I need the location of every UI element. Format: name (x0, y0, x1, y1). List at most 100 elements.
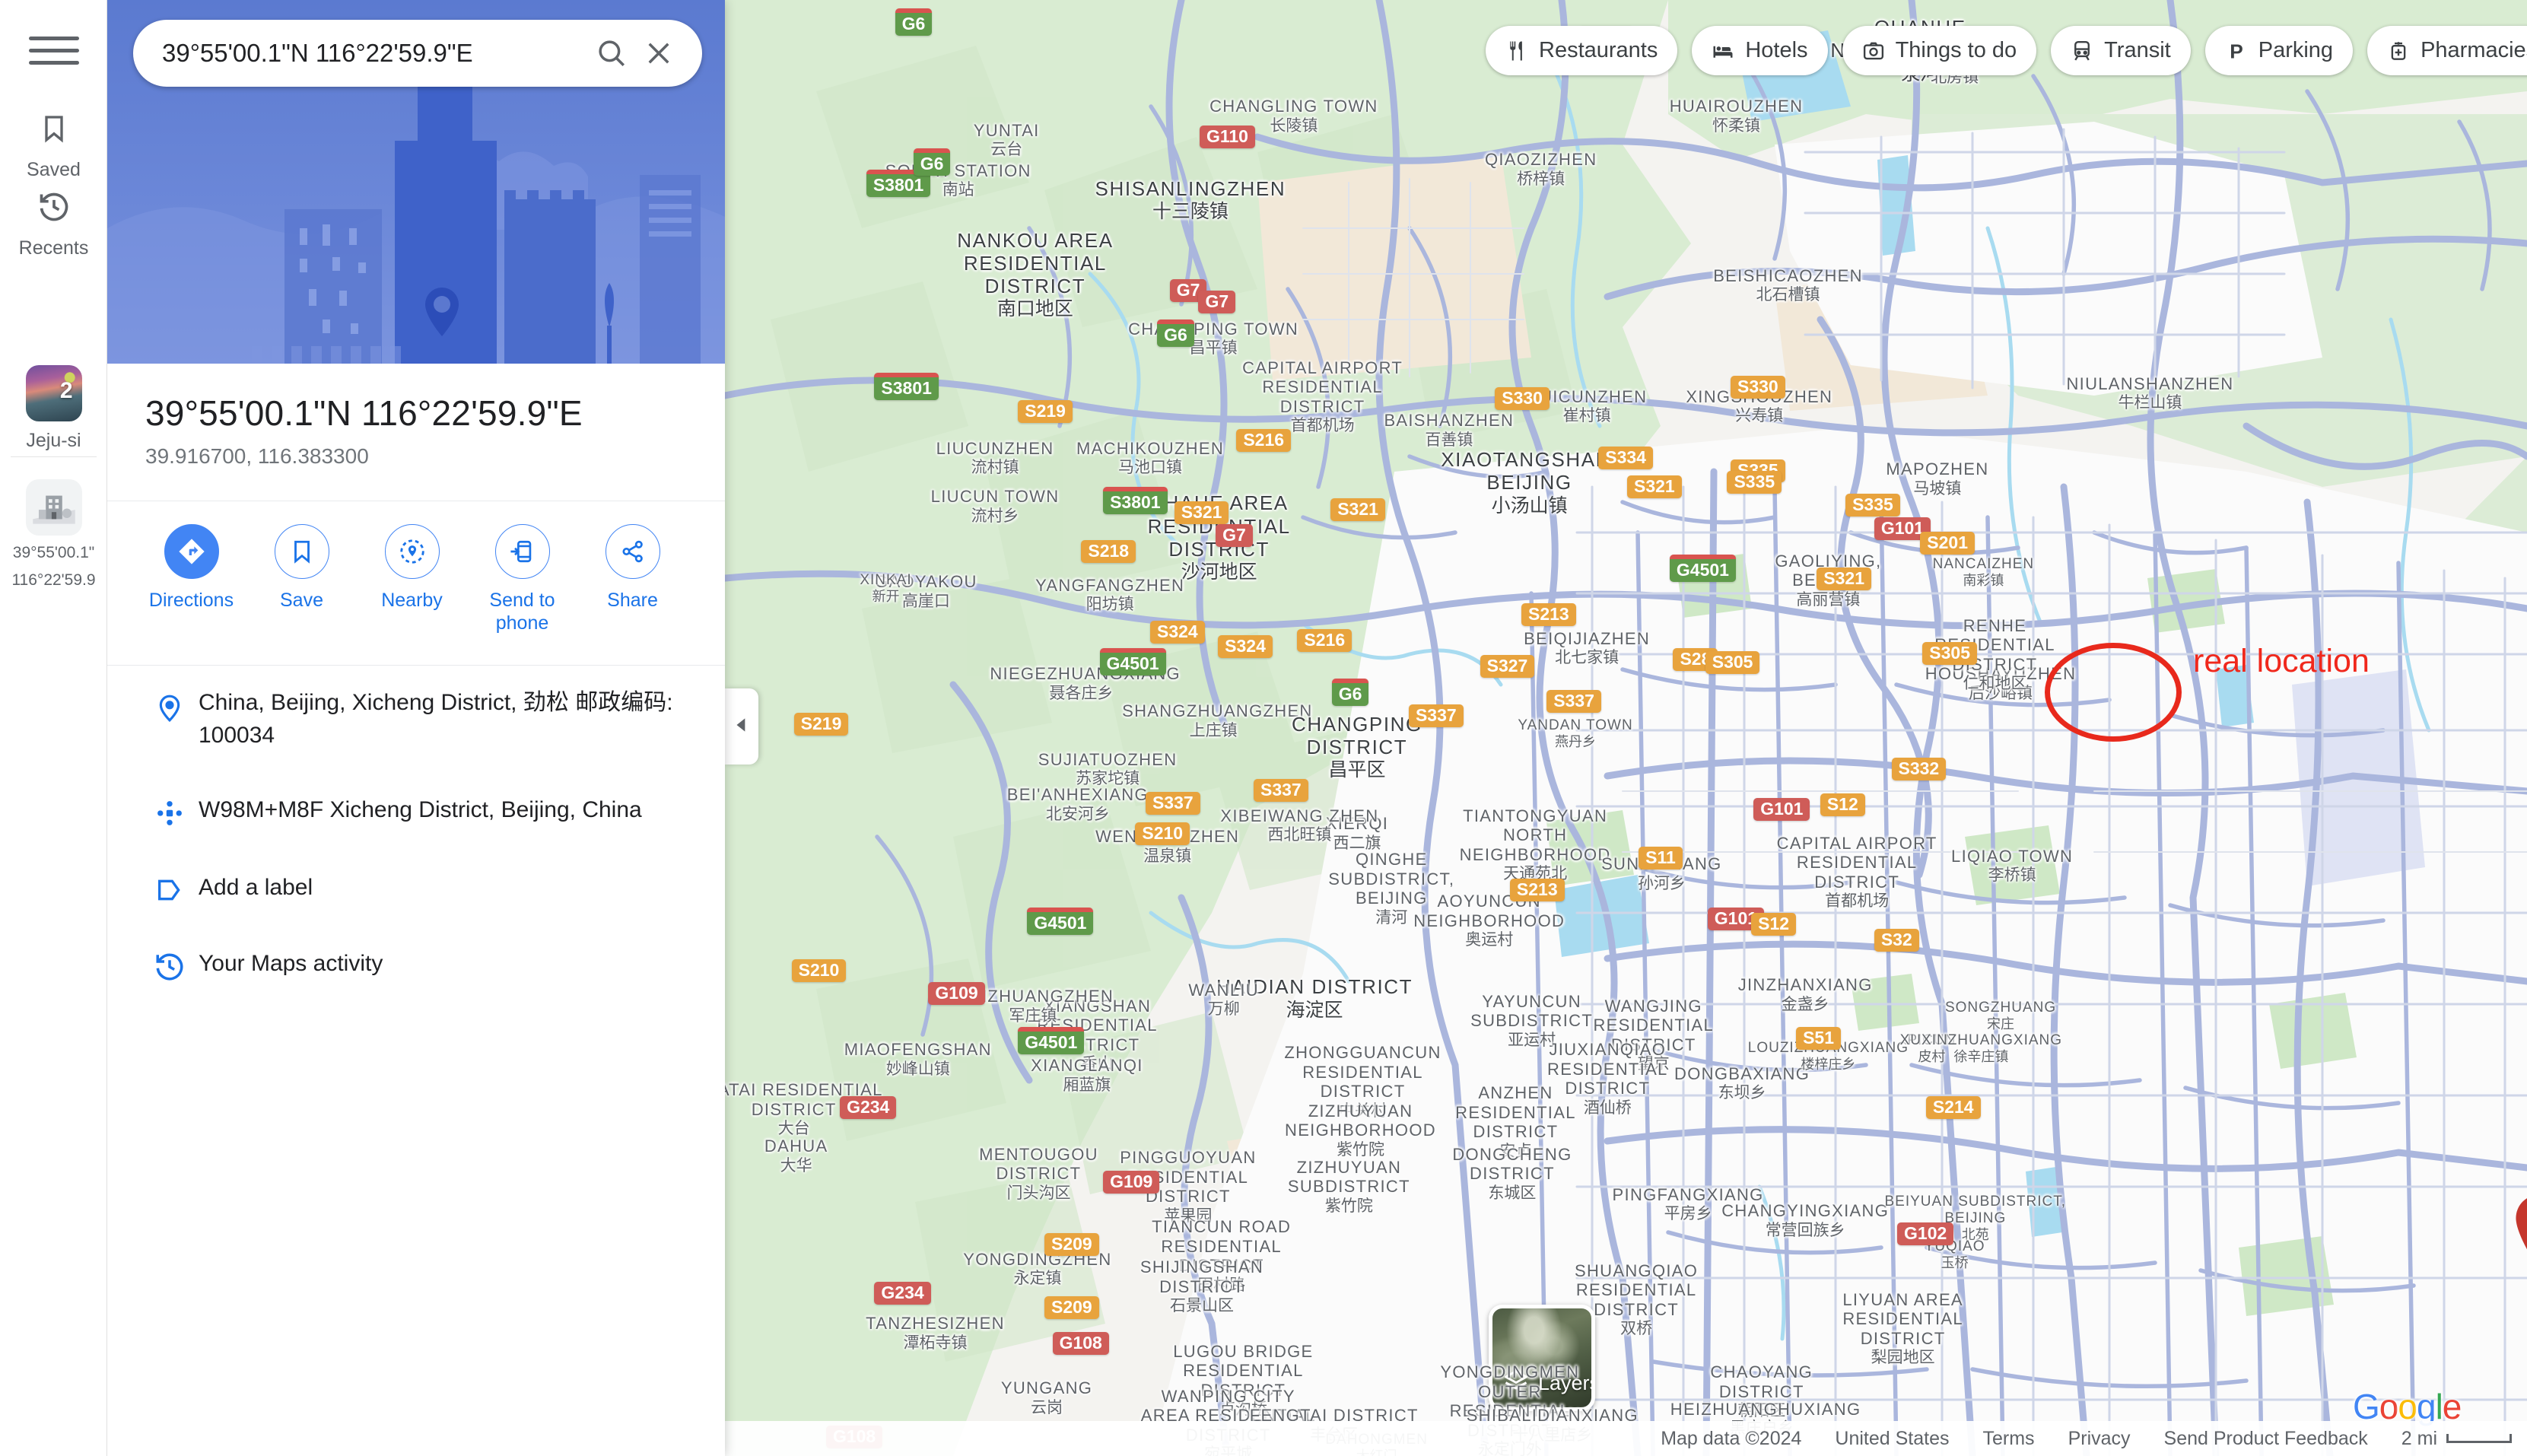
road-shield: G7 (1198, 290, 1236, 313)
camera-icon (1862, 40, 1885, 62)
building-placeholder-icon (25, 479, 82, 536)
send-to-phone-icon (494, 524, 550, 579)
scale-label: 2 mi (2401, 1427, 2437, 1449)
share-button[interactable]: Share (577, 524, 688, 634)
road-shield: S330 (1730, 375, 1785, 399)
recent-label-coordinate-line1: 39°55'00.1" (12, 544, 95, 561)
fork-knife-icon (1505, 40, 1528, 62)
road-shield: S201 (1920, 532, 1975, 555)
footer-send-feedback[interactable]: Send Product Feedback (2164, 1428, 2368, 1450)
detail-row-address[interactable]: China, Beijing, Xicheng District, 劲松 邮政编… (107, 666, 725, 773)
detail-row-add-label[interactable]: Add a label (107, 850, 725, 927)
rail-label-recents: Recents (18, 237, 89, 259)
road-shield: G4501 (1669, 555, 1736, 583)
chip-label: Pharmacies (2421, 38, 2527, 62)
chip-label: Hotels (1745, 38, 1808, 62)
rail-label-saved: Saved (27, 159, 81, 180)
road-shield: G234 (840, 1096, 897, 1120)
chip-parking[interactable]: P Parking (2204, 26, 2354, 75)
road-shield: G234 (874, 1282, 931, 1305)
road-shield: S209 (1044, 1233, 1099, 1257)
result-map-pin[interactable] (2509, 1193, 2527, 1276)
road-shield: G109 (1103, 1170, 1160, 1194)
road-shield: S3801 (1103, 487, 1168, 515)
chip-transit[interactable]: Transit (2051, 26, 2191, 75)
chip-label: Transit (2104, 38, 2171, 62)
chip-things-to-do[interactable]: Things to do (1842, 26, 2037, 75)
map-canvas[interactable]: .road{fill:none;stroke:#aab6dd;stroke-li… (725, 0, 2527, 1456)
road-shield: S335 (1845, 493, 1900, 517)
chip-hotels[interactable]: Hotels (1692, 26, 1828, 75)
road-shield: S219 (793, 712, 849, 736)
road-shield: S213 (1509, 879, 1565, 902)
history-clock-icon (141, 948, 199, 983)
train-icon (2071, 40, 2093, 62)
road-shield: S330 (1495, 386, 1550, 410)
road-shield: G102 (1897, 1222, 1954, 1245)
detail-row-plus-code[interactable]: W98M+M8F Xicheng District, Beijing, Chin… (107, 773, 725, 850)
recent-label-coordinate-line2: 116°22'59.9 (11, 571, 96, 590)
recent-badge-count: 2 (59, 378, 73, 403)
send-to-phone-button[interactable]: Send to phone (467, 524, 577, 634)
map-footer: Map data ©2024 United States Terms Priva… (725, 1421, 2527, 1456)
road-shield: S321 (1174, 501, 1229, 525)
footer-terms[interactable]: Terms (1983, 1428, 2035, 1450)
layers-button[interactable]: Layers (1489, 1305, 1595, 1411)
share-label: Share (607, 590, 658, 611)
footer-region[interactable]: United States (1835, 1428, 1949, 1450)
road-shield: G6 (913, 148, 951, 176)
nearby-label: Nearby (381, 590, 443, 611)
recent-item-jeju[interactable]: 2 Jeju-si (0, 365, 107, 453)
search-bar[interactable]: 39°55'00.1"N 116°22'59.9"E (133, 20, 702, 87)
road-shield: S216 (1297, 628, 1353, 652)
search-input[interactable]: 39°55'00.1"N 116°22'59.9"E (162, 39, 588, 68)
chip-label: Things to do (1895, 38, 2017, 62)
road-shield: S337 (1546, 690, 1601, 714)
bookmark-icon (274, 524, 329, 579)
close-x-icon[interactable] (635, 37, 682, 69)
rail-item-recents[interactable]: Recents (0, 189, 107, 260)
directions-button[interactable]: Directions (136, 524, 246, 634)
road-shield: S210 (791, 959, 847, 983)
parking-p-icon: P (2225, 40, 2248, 62)
road-shield: G6 (1331, 679, 1369, 707)
footer-privacy[interactable]: Privacy (2068, 1428, 2131, 1450)
recent-label-jeju: Jeju-si (26, 430, 81, 451)
chip-pharmacies[interactable]: Pharmacies (2367, 26, 2527, 75)
road-shield: S334 (1598, 447, 1653, 470)
bed-icon (1712, 40, 1734, 62)
road-shield: G7 (1216, 523, 1253, 547)
panel-collapse-button[interactable] (725, 688, 758, 765)
road-shield: S337 (1145, 791, 1200, 815)
save-button[interactable]: Save (246, 524, 357, 634)
hamburger-menu-icon[interactable] (29, 37, 79, 72)
road-shield: S12 (1820, 793, 1865, 816)
road-shield: G4501 (1099, 648, 1166, 676)
road-shield: S210 (1135, 822, 1190, 845)
place-details-panel: 39°55'00.1"N 116°22'59.9"E 39°55'00.1"N … (107, 0, 725, 1456)
plus-code-icon (141, 794, 199, 829)
category-chips-bar: Restaurants Hotels Things to do Transit … (1486, 26, 2527, 75)
road-shield: G6 (895, 8, 933, 36)
road-shield: S327 (1480, 654, 1535, 678)
maps-activity-text: Your Maps activity (199, 951, 383, 977)
rail-divider (11, 456, 97, 457)
road-shield: S337 (1408, 704, 1464, 728)
place-decimal-coordinates: 39.916700, 116.383300 (145, 444, 369, 468)
detail-row-maps-activity[interactable]: Your Maps activity (107, 927, 725, 1004)
svg-text:P: P (2230, 40, 2243, 62)
magnifier-icon[interactable] (588, 37, 635, 69)
recent-item-coordinate[interactable]: 39°55'00.1" 116°22'59.9 (0, 479, 107, 591)
nearby-button[interactable]: Nearby (357, 524, 467, 634)
left-rail: Saved Recents 2 Jeju-si 39°55'00.1" 116°… (0, 0, 107, 1456)
address-text: China, Beijing, Xicheng District, 劲松 邮政编… (199, 690, 673, 748)
rail-item-saved[interactable]: Saved (0, 110, 107, 182)
road-shield: S335 (1727, 470, 1782, 494)
chip-label: Parking (2258, 38, 2334, 62)
road-shield: S305 (1922, 641, 1978, 665)
chip-restaurants[interactable]: Restaurants (1486, 26, 1678, 75)
send-to-phone-label: Send to phone (489, 590, 555, 634)
layers-stack-icon (1502, 1368, 1530, 1399)
road-shield: G110 (1199, 126, 1255, 149)
road-shield: S321 (1330, 498, 1385, 521)
